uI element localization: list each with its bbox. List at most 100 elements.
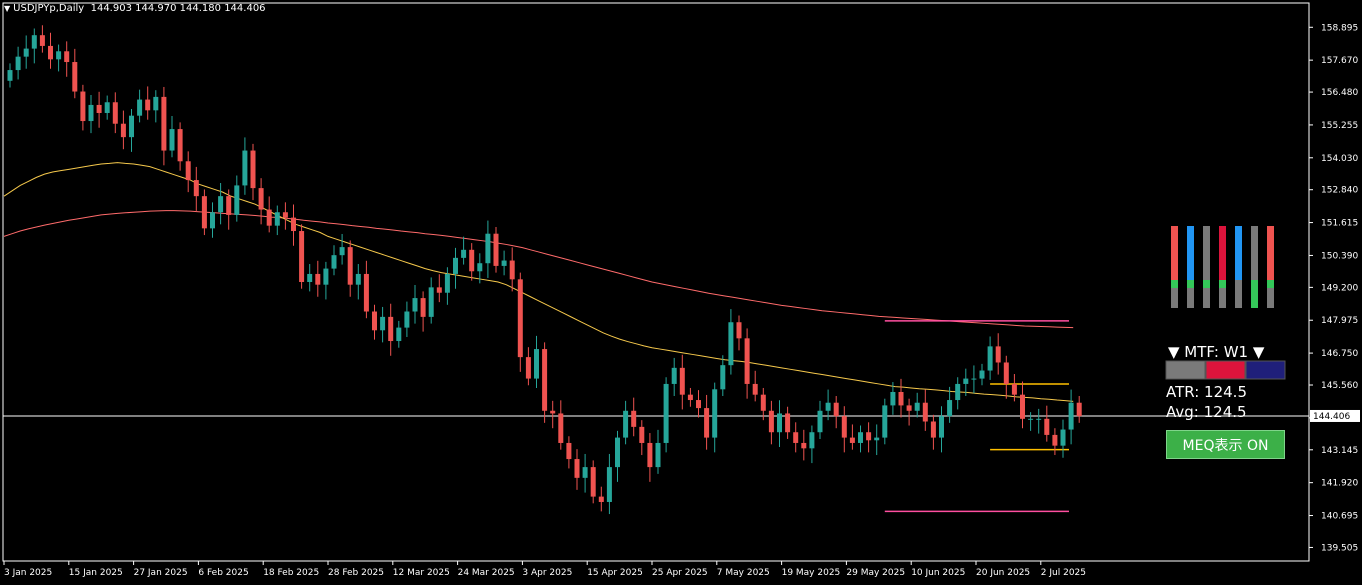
candle-body bbox=[420, 298, 426, 317]
candle-body bbox=[169, 129, 175, 151]
candle bbox=[598, 486, 604, 512]
x-tick-label: 29 May 2025 bbox=[846, 568, 905, 578]
candle-body bbox=[606, 467, 612, 502]
candle-body bbox=[809, 432, 815, 449]
candle bbox=[461, 236, 467, 265]
candle bbox=[161, 86, 167, 166]
candle-body bbox=[687, 394, 693, 401]
y-tick-label: 141.920 bbox=[1321, 479, 1358, 489]
candle-body bbox=[793, 432, 799, 443]
candle-body bbox=[825, 402, 831, 411]
symbol-label: USDJPYp,Daily bbox=[13, 3, 85, 14]
candle-body bbox=[242, 150, 248, 186]
candle bbox=[282, 202, 288, 230]
candle-body bbox=[1036, 418, 1042, 420]
candle-body bbox=[461, 249, 467, 258]
candle bbox=[631, 397, 637, 437]
candle bbox=[720, 355, 726, 397]
candle bbox=[307, 264, 313, 292]
candle-body bbox=[72, 62, 78, 92]
candle bbox=[1060, 419, 1066, 458]
candle bbox=[939, 406, 944, 453]
plot-border bbox=[2, 2, 1310, 562]
mtf-bar-segment bbox=[1219, 280, 1226, 288]
candle-body bbox=[80, 91, 86, 122]
candle-body bbox=[64, 51, 70, 63]
candle-body bbox=[88, 104, 94, 122]
x-tick-label: 27 Jan 2025 bbox=[134, 568, 188, 578]
x-tick-label: 19 May 2025 bbox=[782, 568, 841, 578]
candle-body bbox=[995, 346, 1001, 363]
mtf-bar-segment bbox=[1187, 262, 1194, 280]
candle-body bbox=[226, 196, 232, 215]
candle-body bbox=[615, 437, 620, 468]
candle bbox=[48, 32, 53, 69]
candle-body bbox=[1020, 394, 1025, 419]
candle bbox=[704, 394, 710, 450]
x-axis: 3 Jan 2025 15 Jan 2025 27 Jan 2025 6 Feb 20… bbox=[3, 561, 1086, 578]
candle bbox=[744, 328, 750, 399]
y-tick-label: 154.030 bbox=[1321, 154, 1358, 164]
candle-body bbox=[979, 370, 985, 379]
candle-body bbox=[550, 410, 556, 414]
mtf-swatch bbox=[1205, 360, 1246, 380]
x-tick-label: 24 Mar 2025 bbox=[458, 568, 515, 578]
mtf-bar-segment bbox=[1187, 288, 1194, 308]
header-dropdown-icon[interactable]: ▼ bbox=[4, 4, 10, 13]
candle-body bbox=[1003, 362, 1009, 384]
candle-body bbox=[274, 212, 280, 226]
candle bbox=[590, 460, 596, 504]
candle bbox=[23, 35, 29, 69]
mtf-bar-segment bbox=[1171, 288, 1178, 308]
candle bbox=[752, 370, 758, 402]
candle bbox=[647, 433, 653, 482]
candle-body bbox=[858, 432, 863, 443]
candle bbox=[56, 44, 62, 72]
candle bbox=[922, 389, 928, 431]
candle bbox=[428, 277, 434, 324]
candle-body bbox=[582, 467, 588, 478]
candle-body bbox=[201, 196, 207, 229]
price-chart[interactable]: 158.895 157.670 156.480 155.255 154.030 152.8… bbox=[0, 0, 1362, 581]
candle bbox=[420, 291, 426, 332]
chart-area[interactable]: 158.895 157.670 156.480 155.255 154.030 152.8… bbox=[0, 0, 1362, 581]
candle bbox=[380, 306, 386, 343]
mtf-bar-segment bbox=[1267, 226, 1274, 262]
candle-body bbox=[291, 217, 296, 232]
candle-body bbox=[31, 35, 37, 49]
candle-body bbox=[372, 311, 377, 331]
candle-body bbox=[412, 298, 418, 312]
candle bbox=[218, 183, 224, 225]
candle-body bbox=[558, 413, 564, 443]
candle bbox=[785, 406, 791, 439]
candle-body bbox=[777, 413, 782, 433]
candle bbox=[525, 347, 531, 386]
y-tick-label: 147.975 bbox=[1321, 316, 1358, 326]
candle bbox=[606, 453, 612, 515]
y-tick-label: 155.255 bbox=[1321, 121, 1358, 131]
candle bbox=[388, 303, 394, 356]
candle bbox=[234, 175, 240, 222]
mtf-bar-segment bbox=[1235, 226, 1242, 262]
candle bbox=[493, 227, 499, 273]
candle-body bbox=[493, 233, 499, 266]
candle-body bbox=[647, 442, 653, 468]
candle-body bbox=[250, 150, 256, 189]
candles bbox=[7, 25, 1082, 515]
y-tick-label: 152.840 bbox=[1321, 186, 1358, 196]
candle-body bbox=[153, 96, 159, 111]
meq-toggle-button[interactable]: MEQ表示 ON bbox=[1166, 430, 1285, 459]
candle-body bbox=[15, 56, 21, 71]
candle bbox=[436, 274, 442, 303]
candle bbox=[858, 425, 863, 453]
candle-body bbox=[631, 410, 637, 427]
current-price-label: 144.406 bbox=[1313, 412, 1350, 422]
candle-body bbox=[161, 96, 167, 151]
candle bbox=[793, 422, 799, 453]
candle-body bbox=[218, 196, 224, 213]
candle-body bbox=[785, 413, 791, 433]
mtf-bar-segment bbox=[1251, 288, 1258, 308]
y-tick-label: 146.750 bbox=[1321, 349, 1358, 359]
mtf-title[interactable]: ▼ MTF: W1 ▼ bbox=[1168, 343, 1264, 361]
candle-body bbox=[679, 367, 685, 395]
